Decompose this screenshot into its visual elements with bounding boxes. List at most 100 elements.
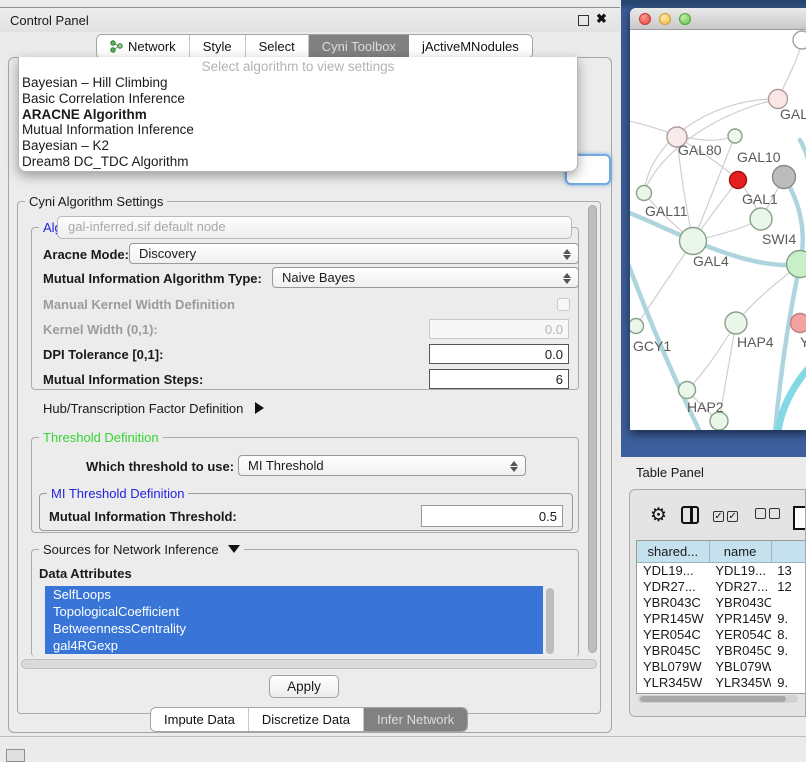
algorithm-option[interactable]: Mutual Information Inference — [19, 122, 577, 138]
network-view-window[interactable]: GALGAL80GAL10GAL1GAL11GAL4SWI4GCY1HAP4YH… — [630, 8, 806, 430]
network-node-swi4[interactable] — [787, 251, 806, 278]
table-row[interactable]: YIL052CYIL052C9. — [637, 691, 806, 694]
algorithm-option[interactable]: Basic Correlation Inference — [19, 91, 577, 107]
table-row[interactable]: YPR145WYPR145W9. — [637, 611, 806, 627]
document-icon[interactable] — [793, 506, 806, 530]
deselect-all-checkboxes-icon[interactable] — [755, 506, 783, 524]
float-panel-icon[interactable] — [578, 15, 589, 26]
table-panel: ⚙ ✓✓ shared...name YDL19...YDL19...13YDR… — [629, 489, 806, 717]
tab-select[interactable]: Select — [246, 35, 309, 58]
network-node-gal1[interactable] — [750, 208, 772, 230]
split-columns-icon[interactable] — [681, 506, 699, 524]
mi-type-combobox[interactable]: Naive Bayes — [272, 267, 579, 288]
algorithm-option[interactable]: Bayesian – Hill Climbing — [19, 75, 577, 91]
table-cell: YDL19... — [709, 563, 771, 579]
table-row[interactable]: YBR043CYBR043C — [637, 595, 806, 611]
algorithm-option[interactable]: Dream8 DC_TDC Algorithm — [19, 154, 577, 170]
table-row[interactable]: YDR27...YDR27...12 — [637, 579, 806, 595]
node-label: GAL4 — [693, 253, 729, 269]
network-node[interactable] — [793, 31, 806, 49]
aracne-mode-value: Discovery — [139, 246, 196, 261]
tab-style[interactable]: Style — [190, 35, 246, 58]
network-node[interactable] — [730, 172, 747, 189]
node-label: GAL10 — [737, 149, 781, 165]
tab-infer-network[interactable]: Infer Network — [364, 708, 467, 731]
settings-horizontal-scrollbar[interactable] — [21, 659, 597, 669]
divider — [0, 736, 806, 737]
network-node-gal4[interactable] — [680, 228, 707, 255]
network-node[interactable] — [773, 166, 796, 189]
tab-label: Impute Data — [164, 712, 235, 727]
control-panel-tabs: NetworkStyle Select Cyni Toolbox jActiveMNo… — [96, 34, 533, 59]
column-header[interactable] — [772, 541, 806, 562]
scrollbar-thumb[interactable] — [640, 696, 786, 702]
attributes-scrollbar[interactable] — [546, 588, 554, 654]
tab-jactivemnodules[interactable]: jActiveMNodules — [409, 35, 532, 58]
node-label: GAL — [780, 106, 806, 122]
node-label: GAL11 — [645, 203, 688, 219]
algorithm-option[interactable]: ARACNE Algorithm — [19, 107, 577, 123]
network-node-y[interactable] — [791, 314, 806, 333]
tab-label: Cyni Toolbox — [322, 39, 396, 54]
network-node-gal10[interactable] — [728, 129, 742, 143]
table-row[interactable]: YBR045CYBR045C9. — [637, 643, 806, 659]
gear-icon[interactable]: ⚙ — [650, 506, 667, 525]
table-row[interactable]: YBL079WYBL079W — [637, 659, 806, 675]
table-row[interactable]: YDL19...YDL19...13 — [637, 563, 806, 579]
data-attribute-item[interactable]: gal4RGexp — [45, 637, 543, 654]
table-row[interactable]: YER054CYER054C8. — [637, 627, 806, 643]
network-node-gcy1[interactable] — [630, 319, 644, 334]
mi-threshold-definition-title: MI Threshold Definition — [47, 486, 188, 501]
table-cell: YIL052C — [709, 691, 771, 694]
tab-discretize-data[interactable]: Discretize Data — [249, 708, 364, 731]
network-combobox-occluded[interactable]: gal-inferred.sif default node — [57, 216, 572, 239]
algorithm-options: Bayesian – Hill ClimbingBasic Correlatio… — [19, 75, 577, 170]
which-threshold-combobox[interactable]: MI Threshold — [238, 455, 526, 476]
kernel-width-field[interactable]: 0.0 — [429, 319, 569, 339]
column-header[interactable]: name — [710, 541, 772, 562]
node-label: Y — [800, 334, 806, 350]
data-attribute-item[interactable]: TopologicalCoefficient — [45, 603, 543, 620]
data-attribute-item[interactable]: BetweennessCentrality — [45, 620, 543, 637]
table-cell: YBR045C — [709, 643, 771, 659]
data-attributes-list[interactable]: SelfLoopsTopologicalCoefficientBetweenne… — [45, 586, 557, 657]
settings-vertical-scrollbar[interactable] — [588, 205, 597, 653]
network-node-gal11[interactable] — [637, 186, 652, 201]
table-row[interactable]: YLR345WYLR345W9. — [637, 675, 806, 691]
mi-threshold-field[interactable]: 0.5 — [421, 505, 563, 527]
data-attribute-item[interactable]: SelfLoops — [45, 586, 543, 603]
hub-definition-expander[interactable]: Hub/Transcription Factor Definition — [43, 401, 264, 416]
zoom-traffic-light-icon[interactable] — [679, 13, 691, 25]
table-horizontal-scrollbar[interactable] — [638, 695, 798, 703]
network-canvas[interactable]: GALGAL80GAL10GAL1GAL11GAL4SWI4GCY1HAP4YH… — [630, 30, 806, 430]
network-window-titlebar[interactable] — [630, 8, 806, 30]
table-cell — [771, 659, 806, 675]
mi-steps-field[interactable]: 6 — [429, 369, 569, 389]
aracne-mode-combobox[interactable]: Discovery — [129, 243, 579, 264]
attribute-table[interactable]: shared...name YDL19...YDL19...13YDR27...… — [636, 540, 806, 694]
algorithm-option[interactable]: Bayesian – K2 — [19, 138, 577, 154]
table-cell: YDR27... — [709, 579, 771, 595]
network-node-hap2[interactable] — [679, 382, 696, 399]
select-all-checkboxes-icon[interactable]: ✓✓ — [713, 506, 741, 524]
tab-impute-data[interactable]: Impute Data — [151, 708, 249, 731]
column-header[interactable]: shared... — [637, 541, 710, 562]
tab-network[interactable]: Network — [97, 35, 190, 58]
manual-kernel-checkbox[interactable] — [557, 298, 570, 311]
expander-collapsed-icon — [255, 402, 264, 414]
table-cell: YER054C — [709, 627, 771, 643]
network-node-hap4[interactable] — [725, 312, 747, 334]
minimize-traffic-light-icon[interactable] — [659, 13, 671, 25]
apply-button[interactable]: Apply — [269, 675, 339, 698]
close-panel-icon[interactable]: ✖ — [596, 11, 607, 27]
minimized-panel-button[interactable] — [6, 749, 25, 762]
sources-title-row[interactable]: Sources for Network Inference — [39, 542, 244, 557]
mi-type-value: Naive Bayes — [282, 270, 355, 285]
table-header-row: shared...name — [637, 541, 806, 563]
dpi-tolerance-field[interactable]: 0.0 — [429, 344, 569, 364]
tab-label: Select — [259, 39, 295, 54]
close-traffic-light-icon[interactable] — [639, 13, 651, 25]
tab-cyni-toolbox[interactable]: Cyni Toolbox — [309, 35, 409, 58]
table-cell: 9. — [771, 675, 806, 691]
which-threshold-label: Which threshold to use: — [86, 459, 234, 474]
